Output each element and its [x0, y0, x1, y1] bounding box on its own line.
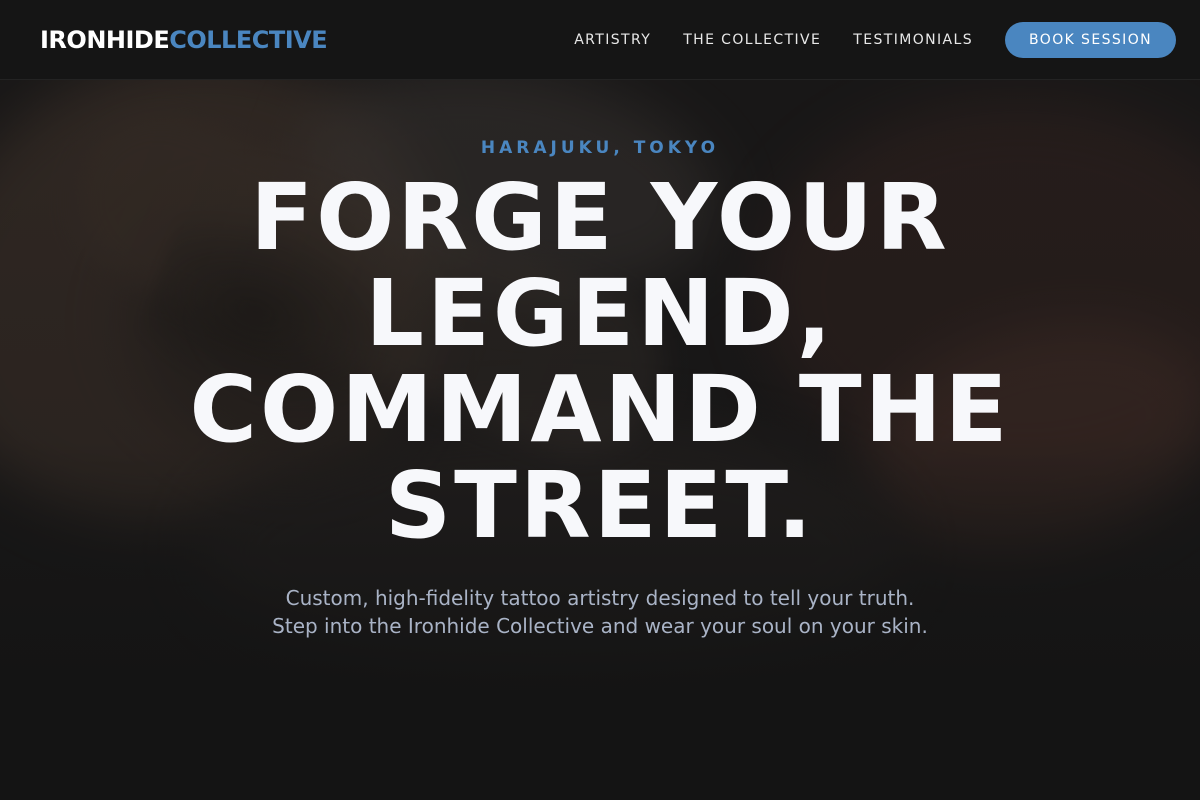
site-logo[interactable]: IRONHIDECOLLECTIVE [40, 24, 328, 56]
hero-headline: FORGE YOUR LEGEND, COMMAND THE STREET. [100, 170, 1100, 554]
hero-description: Custom, high-fidelity tattoo artistry de… [0, 584, 1200, 640]
logo-text-accent: COLLECTIVE [169, 26, 328, 54]
hero-description-line-2: Step into the Ironhide Collective and we… [272, 614, 928, 638]
nav-link-the-collective[interactable]: THE COLLECTIVE [683, 32, 821, 48]
top-navigation-bar: IRONHIDECOLLECTIVE ARTISTRY THE COLLECTI… [0, 0, 1200, 80]
book-session-button[interactable]: BOOK SESSION [1005, 22, 1176, 58]
hero-section: HARAJUKU, TOKYO FORGE YOUR LEGEND, COMMA… [0, 80, 1200, 640]
nav-link-artistry[interactable]: ARTISTRY [574, 32, 651, 48]
nav-links: ARTISTRY THE COLLECTIVE TESTIMONIALS BOO… [574, 22, 1176, 58]
hero-location-eyebrow: HARAJUKU, TOKYO [480, 138, 720, 158]
logo-text-primary: IRONHIDE [40, 26, 170, 54]
hero-description-line-1: Custom, high-fidelity tattoo artistry de… [285, 586, 915, 610]
hero-headline-line-2: LEGEND, [365, 260, 835, 367]
hero-headline-line-3: COMMAND THE [189, 356, 1011, 463]
hero-headline-line-4: STREET. [384, 452, 816, 559]
hero-headline-line-1: FORGE YOUR [250, 164, 950, 271]
nav-link-testimonials[interactable]: TESTIMONIALS [853, 32, 973, 48]
